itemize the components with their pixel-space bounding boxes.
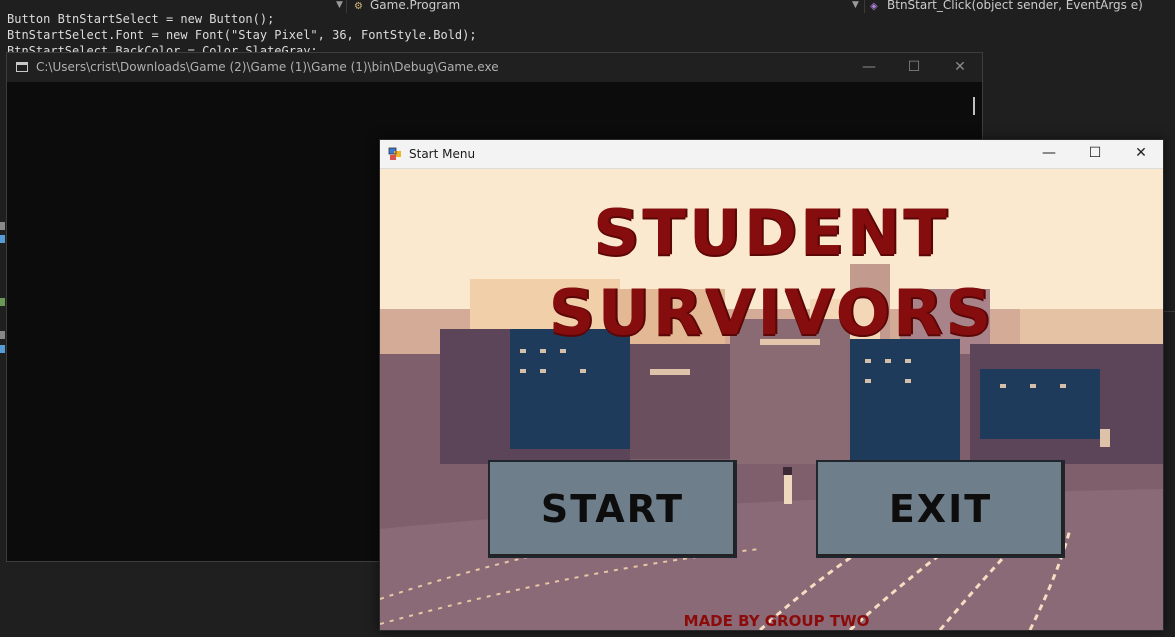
minimize-button[interactable]: — <box>846 53 892 82</box>
gutter-marker <box>0 235 5 243</box>
form-title: Start Menu <box>409 147 476 161</box>
scope-dropdown[interactable]: ⚙ Game.Program ▼ <box>348 0 865 13</box>
console-app-icon <box>16 62 28 72</box>
maximize-button[interactable]: ☐ <box>1072 140 1118 168</box>
form-title-bar[interactable]: Start Menu — ☐ ✕ <box>380 140 1163 169</box>
gutter-marker <box>0 345 5 353</box>
scope-label: Game.Program <box>370 0 461 12</box>
chevron-down-icon: ▼ <box>336 0 343 10</box>
method-icon: ◈ <box>870 1 878 12</box>
console-scrollbar[interactable] <box>973 97 975 115</box>
minimize-button[interactable]: — <box>1026 140 1072 168</box>
credit-label: MADE BY GROUP TWO <box>683 612 870 630</box>
exit-button[interactable]: EXIT <box>816 460 1065 558</box>
console-title: C:\Users\crist\Downloads\Game (2)\Game (… <box>36 60 499 74</box>
chevron-down-icon: ▼ <box>852 0 859 10</box>
member-dropdown[interactable]: ◈ BtnStart_Click(object sender, EventArg… <box>866 0 1175 13</box>
class-icon: ⚙ <box>354 1 363 12</box>
game-title: STUDENT SURVIVORS <box>548 196 995 349</box>
gutter-marker <box>0 298 5 306</box>
member-label: BtnStart_Click(object sender, EventArgs … <box>887 0 1143 12</box>
game-background: STUDENT SURVIVORS START EXIT MADE BY GRO… <box>380 169 1163 630</box>
close-button[interactable]: ✕ <box>937 53 983 82</box>
start-menu-window[interactable]: Start Menu — ☐ ✕ STUDENT SURVIVORS START… <box>379 139 1164 631</box>
code-line: BtnStartSelect.Font = new Font("Stay Pix… <box>7 28 477 42</box>
code-line: Button BtnStartSelect = new Button(); <box>7 12 275 26</box>
console-title-bar[interactable]: C:\Users\crist\Downloads\Game (2)\Game (… <box>7 53 982 82</box>
start-button[interactable]: START <box>488 460 737 558</box>
close-button[interactable]: ✕ <box>1118 140 1163 168</box>
gutter-marker <box>0 222 5 230</box>
form-app-icon <box>388 147 401 160</box>
gutter-marker <box>0 331 5 339</box>
maximize-button[interactable]: ☐ <box>891 53 937 82</box>
